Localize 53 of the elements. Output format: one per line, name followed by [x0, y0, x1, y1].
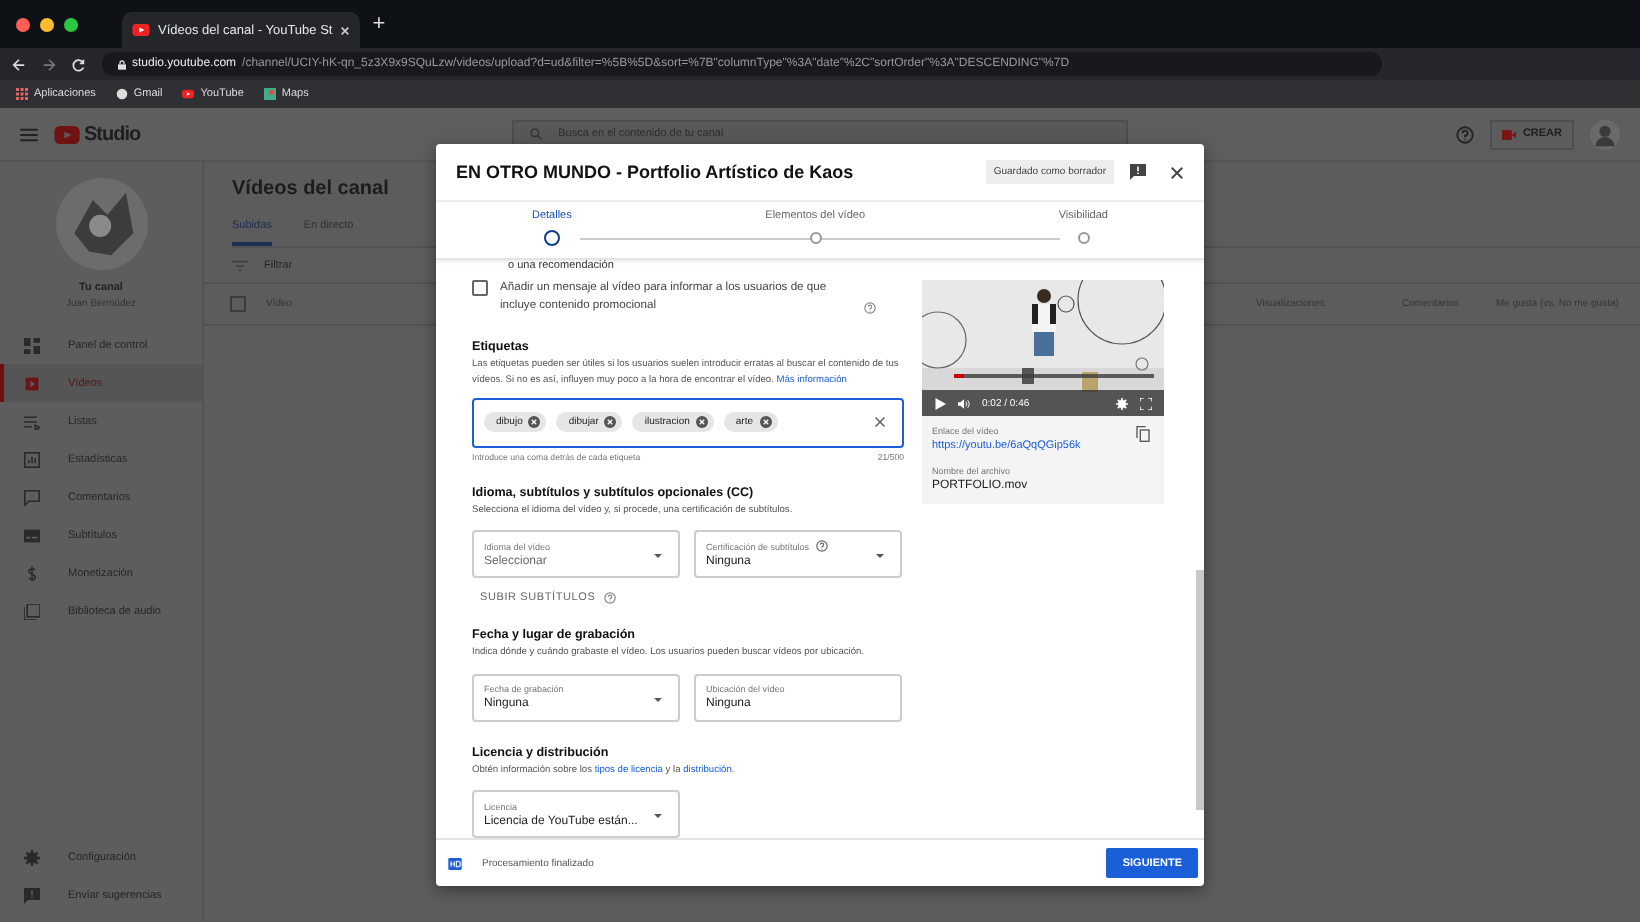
- fullscreen-icon[interactable]: [1140, 397, 1152, 409]
- checkbox[interactable]: [472, 280, 488, 296]
- settings-icon: [24, 849, 40, 865]
- subtitles-icon: [24, 527, 40, 543]
- library-icon: [24, 603, 40, 619]
- help-icon[interactable]: [815, 540, 828, 552]
- dashboard-icon: [24, 337, 40, 353]
- page-title: Vídeos del canal: [232, 178, 391, 200]
- forward-icon[interactable]: [42, 57, 56, 71]
- clear-icon[interactable]: [874, 416, 886, 429]
- comment-icon: [24, 489, 40, 505]
- caret-icon: [654, 697, 662, 701]
- channel-avatar[interactable]: [55, 178, 147, 270]
- lock-icon: [118, 59, 126, 69]
- close-window-icon[interactable]: [16, 17, 30, 31]
- reload-icon[interactable]: [72, 57, 86, 71]
- help-icon[interactable]: [603, 592, 616, 604]
- list-icon: [24, 413, 40, 429]
- maximize-window-icon[interactable]: [64, 17, 78, 31]
- search-icon: [530, 128, 543, 140]
- remove-icon[interactable]: [759, 416, 772, 429]
- back-icon[interactable]: [12, 57, 26, 71]
- chart-icon: [24, 451, 40, 467]
- remove-icon[interactable]: [695, 416, 708, 429]
- dialog-title: EN OTRO MUNDO - Portfolio Artístico de Kaos: [456, 162, 856, 182]
- settings-icon[interactable]: [1116, 397, 1128, 409]
- feedback-icon[interactable]: [1130, 164, 1146, 180]
- remove-icon[interactable]: [528, 416, 541, 429]
- minimize-window-icon[interactable]: [40, 17, 54, 31]
- hd-icon: [448, 857, 462, 869]
- play-logo-icon: [54, 125, 80, 143]
- feedback-icon: [24, 887, 40, 903]
- play-icon[interactable]: [934, 397, 946, 409]
- scrollbar-thumb[interactable]: [1196, 570, 1204, 810]
- close-icon[interactable]: [1170, 165, 1184, 179]
- camera-icon: [1502, 129, 1517, 139]
- remove-icon[interactable]: [604, 416, 617, 429]
- copy-icon[interactable]: [1136, 426, 1150, 442]
- caret-icon: [654, 814, 662, 818]
- play-logo-icon: [132, 24, 150, 36]
- apps-grid-icon: [16, 88, 28, 100]
- menu-icon[interactable]: [20, 127, 38, 141]
- help-icon[interactable]: [864, 302, 876, 314]
- caret-icon: [654, 554, 662, 558]
- volume-icon[interactable]: [958, 397, 970, 409]
- play-logo-icon: [182, 88, 195, 100]
- map-pin-icon: [263, 88, 276, 100]
- help-icon[interactable]: [1456, 125, 1475, 143]
- checkbox[interactable]: [230, 296, 246, 312]
- video-icon: [24, 375, 40, 391]
- caret-icon: [876, 554, 884, 558]
- new-tab-button[interactable]: +: [372, 12, 386, 36]
- dollar-icon: [24, 565, 40, 581]
